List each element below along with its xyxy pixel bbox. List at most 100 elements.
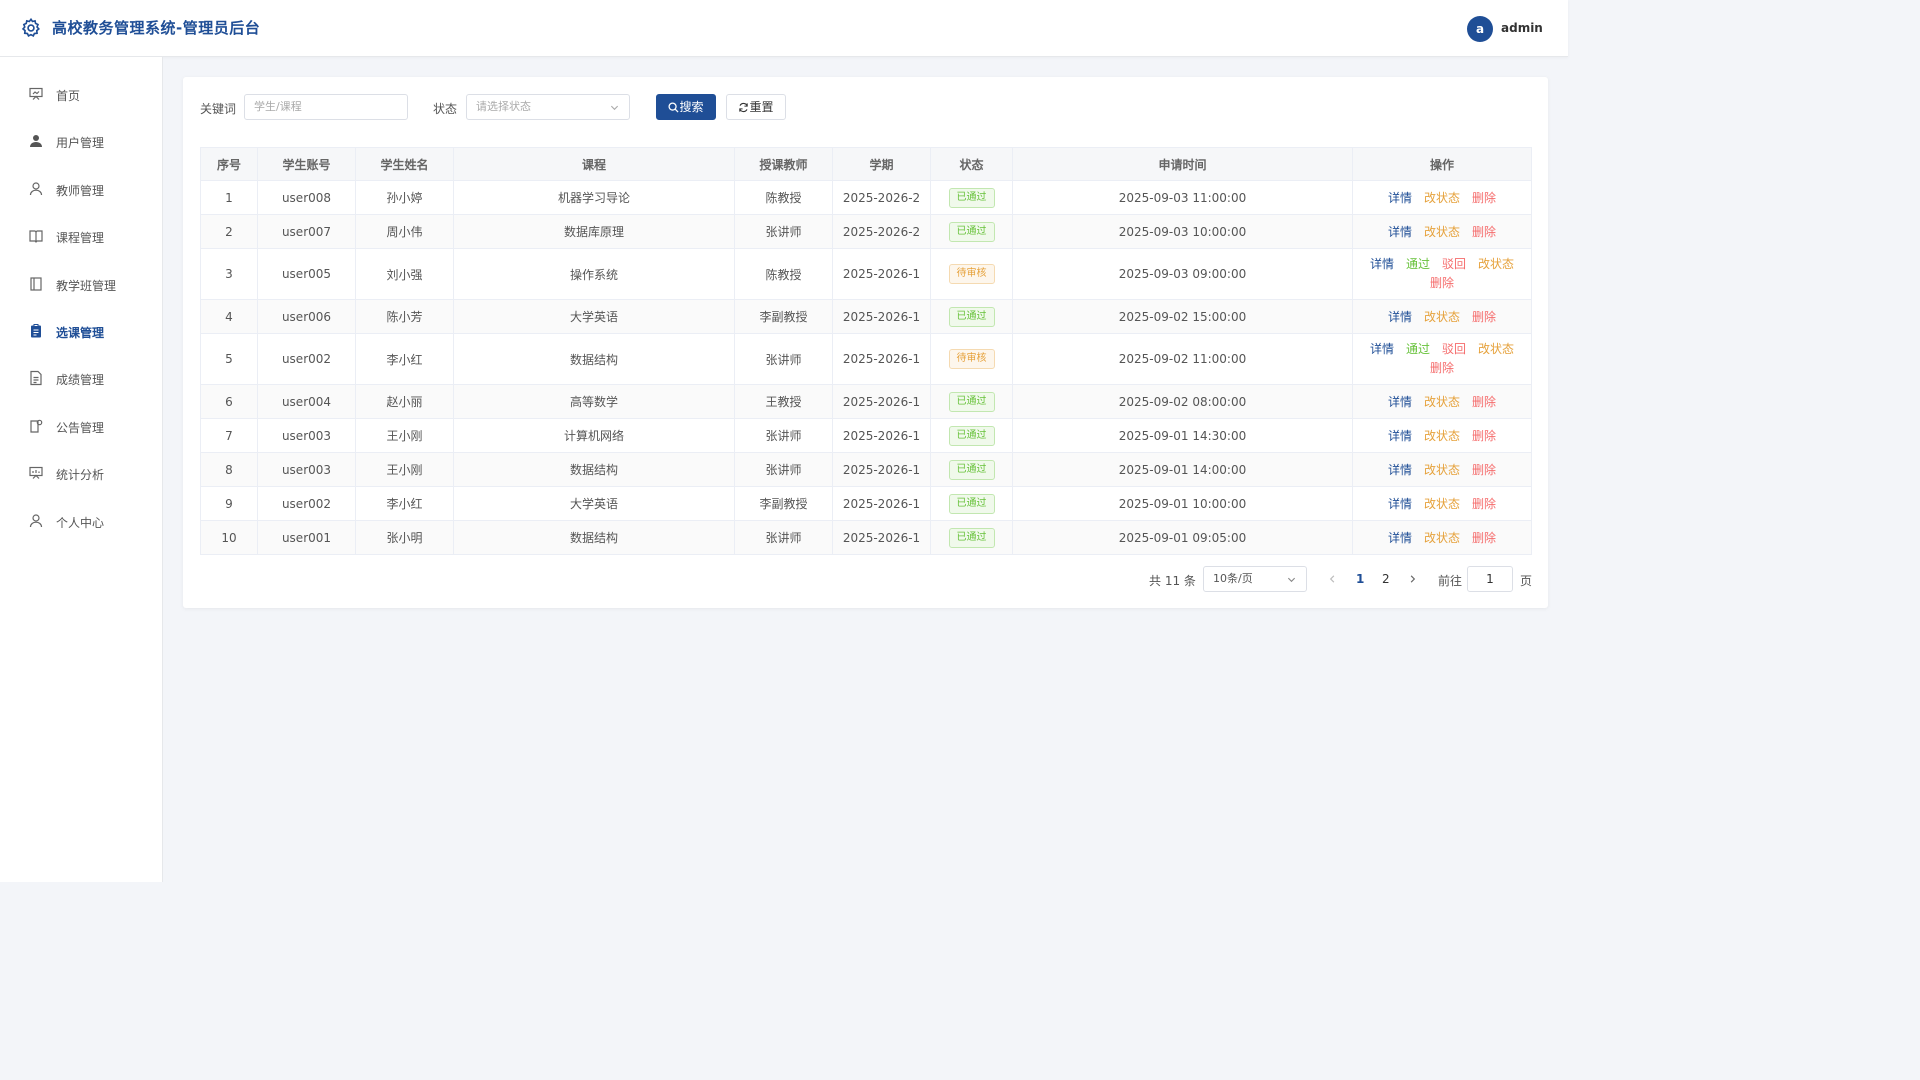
cell-actions: 详情 改状态 删除: [1352, 520, 1532, 555]
page-size-select[interactable]: 10条/页: [1203, 566, 1307, 592]
cell-no: 6: [200, 384, 258, 419]
column-header: 学生账号: [257, 147, 356, 181]
cell-actions: 详情 改状态 删除: [1352, 180, 1532, 215]
reject-link[interactable]: 驳回: [1442, 340, 1466, 359]
page-number[interactable]: 2: [1382, 572, 1390, 586]
cell-status: 已通过: [930, 180, 1013, 215]
sidebar-item-classes[interactable]: 教学班管理: [0, 264, 163, 304]
next-page-icon[interactable]: [1408, 574, 1417, 584]
gear-icon: [21, 17, 40, 38]
sidebar-item-teachers[interactable]: 教师管理: [0, 169, 163, 209]
cell-course: 高等数学: [453, 384, 735, 419]
status-badge: 已通过: [948, 221, 995, 242]
search-button[interactable]: 搜索: [656, 94, 716, 120]
sidebar-item-statistics[interactable]: 统计分析: [0, 453, 163, 493]
change-status-link[interactable]: 改状态: [1478, 340, 1514, 359]
delete-link[interactable]: 删除: [1430, 359, 1454, 378]
username[interactable]: admin: [1501, 21, 1543, 35]
delete-link[interactable]: 删除: [1430, 274, 1454, 293]
cell-teacher: 王教授: [734, 384, 833, 419]
keyword-input[interactable]: 学生/课程: [244, 94, 408, 120]
delete-link[interactable]: 删除: [1472, 189, 1496, 206]
change-status-link[interactable]: 改状态: [1424, 461, 1460, 478]
column-header: 学期: [832, 147, 931, 181]
change-status-link[interactable]: 改状态: [1424, 223, 1460, 240]
table-row: 2 user007 周小伟 数据库原理 张讲师 2025-2026-2 已通过 …: [200, 214, 1532, 249]
detail-link[interactable]: 详情: [1388, 223, 1412, 240]
table-row: 9 user002 李小红 大学英语 李副教授 2025-2026-1 已通过 …: [200, 486, 1532, 521]
reset-button-label: 重置: [749, 100, 774, 114]
delete-link[interactable]: 删除: [1472, 461, 1496, 478]
status-select[interactable]: 请选择状态: [466, 94, 630, 120]
change-status-link[interactable]: 改状态: [1424, 189, 1460, 206]
app-title: 高校教务管理系统-管理员后台: [52, 19, 261, 37]
sidebar-item-home[interactable]: 首页: [0, 74, 163, 114]
status-badge: 已通过: [948, 391, 995, 412]
column-header: 学生姓名: [355, 147, 454, 181]
detail-link[interactable]: 详情: [1388, 308, 1412, 325]
detail-link[interactable]: 详情: [1388, 189, 1412, 206]
detail-link[interactable]: 详情: [1370, 340, 1394, 359]
top-header: 高校教务管理系统-管理员后台 a admin: [0, 0, 1568, 57]
cell-time: 2025-09-01 09:05:00: [1012, 520, 1353, 555]
status-select-placeholder: 请选择状态: [476, 100, 531, 113]
sidebar-item-notices[interactable]: 公告管理: [0, 406, 163, 446]
reject-link[interactable]: 驳回: [1442, 255, 1466, 274]
sidebar-item-grades[interactable]: 成绩管理: [0, 358, 163, 398]
change-status-link[interactable]: 改状态: [1424, 393, 1460, 410]
sidebar-item-courses[interactable]: 课程管理: [0, 216, 163, 256]
cell-term: 2025-2026-1: [832, 418, 931, 453]
detail-link[interactable]: 详情: [1370, 255, 1394, 274]
cell-actions: 详情 改状态 删除: [1352, 486, 1532, 521]
approve-link[interactable]: 通过: [1406, 255, 1430, 274]
avatar[interactable]: a: [1467, 16, 1493, 42]
cell-no: 1: [200, 180, 258, 215]
change-status-link[interactable]: 改状态: [1424, 308, 1460, 325]
status-badge: 已通过: [948, 459, 995, 480]
cell-term: 2025-2026-1: [832, 248, 931, 300]
cell-name: 刘小强: [355, 248, 454, 300]
change-status-link[interactable]: 改状态: [1424, 427, 1460, 444]
page-number[interactable]: 1: [1356, 572, 1364, 586]
cell-term: 2025-2026-1: [832, 452, 931, 487]
cell-course: 大学英语: [453, 486, 735, 521]
change-status-link[interactable]: 改状态: [1478, 255, 1514, 274]
change-status-link[interactable]: 改状态: [1424, 529, 1460, 546]
status-badge: 待审核: [948, 264, 995, 284]
cell-teacher: 李副教授: [734, 299, 833, 334]
delete-link[interactable]: 删除: [1472, 495, 1496, 512]
detail-link[interactable]: 详情: [1388, 495, 1412, 512]
detail-link[interactable]: 详情: [1388, 393, 1412, 410]
cell-status: 已通过: [930, 520, 1013, 555]
approve-link[interactable]: 通过: [1406, 340, 1430, 359]
detail-link[interactable]: 详情: [1388, 461, 1412, 478]
reset-button[interactable]: 重置: [726, 94, 786, 120]
sidebar-item-label: 成绩管理: [56, 373, 105, 387]
sidebar-item-enrollment[interactable]: 选课管理: [0, 311, 163, 351]
change-status-link[interactable]: 改状态: [1424, 495, 1460, 512]
cell-name: 王小刚: [355, 452, 454, 487]
delete-link[interactable]: 删除: [1472, 308, 1496, 325]
cell-account: user008: [257, 180, 356, 215]
book-icon: [29, 230, 43, 243]
prev-page-icon[interactable]: [1328, 574, 1337, 584]
cell-course: 数据结构: [453, 520, 735, 555]
cell-actions: 详情 改状态 删除: [1352, 452, 1532, 487]
delete-link[interactable]: 删除: [1472, 427, 1496, 444]
cell-account: user003: [257, 418, 356, 453]
sidebar-item-profile[interactable]: 个人中心: [0, 501, 163, 541]
delete-link[interactable]: 删除: [1472, 223, 1496, 240]
sidebar-item-users[interactable]: 用户管理: [0, 121, 163, 161]
detail-link[interactable]: 详情: [1388, 427, 1412, 444]
notebook-icon: [30, 277, 42, 291]
status-badge: 已通过: [948, 425, 995, 446]
cell-teacher: 张讲师: [734, 214, 833, 249]
cell-course: 数据结构: [453, 452, 735, 487]
delete-link[interactable]: 删除: [1472, 529, 1496, 546]
cell-time: 2025-09-01 14:30:00: [1012, 418, 1353, 453]
goto-page-input[interactable]: 1: [1467, 566, 1513, 592]
cell-status: 已通过: [930, 384, 1013, 419]
status-badge: 已通过: [948, 527, 995, 548]
detail-link[interactable]: 详情: [1388, 529, 1412, 546]
delete-link[interactable]: 删除: [1472, 393, 1496, 410]
